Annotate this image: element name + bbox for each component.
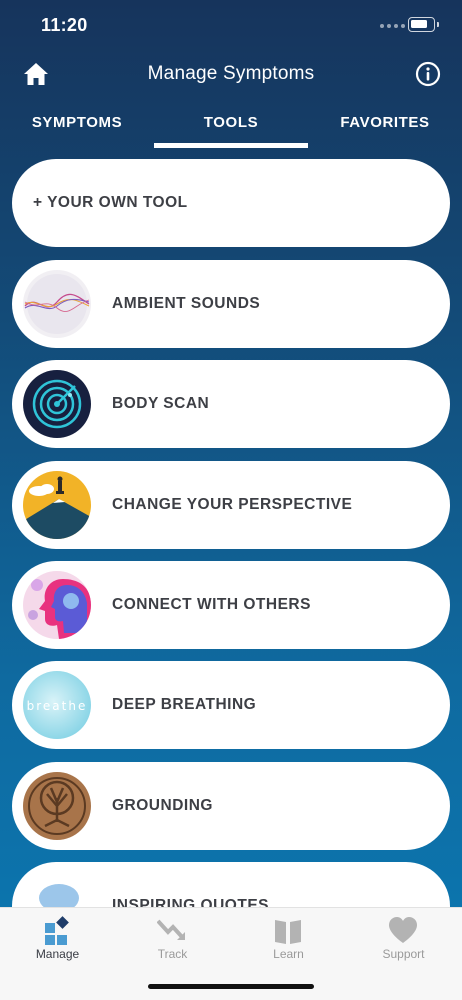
mountain-summit-thumbnail xyxy=(23,471,91,539)
nav-label: Manage xyxy=(35,947,80,961)
face-profile-thumbnail xyxy=(23,571,91,639)
tool-label: BODY SCAN xyxy=(112,395,210,412)
nav-manage[interactable]: Manage xyxy=(0,908,115,968)
breathe-thumbnail: breathe xyxy=(23,671,91,739)
home-icon xyxy=(24,63,48,85)
tab-favorites[interactable]: FAVORITES xyxy=(335,106,435,150)
heart-icon xyxy=(389,917,417,943)
home-button[interactable] xyxy=(22,60,50,88)
signal-icon xyxy=(380,24,405,28)
tool-item-change-your-perspective[interactable]: CHANGE YOUR PERSPECTIVE xyxy=(12,461,450,549)
status-time: 11:20 xyxy=(41,15,88,35)
tool-label: CHANGE YOUR PERSPECTIVE xyxy=(112,496,353,513)
header: Manage Symptoms xyxy=(0,52,462,98)
add-own-tool-button[interactable]: + YOUR OWN TOOL xyxy=(12,159,450,247)
home-indicator xyxy=(148,984,314,989)
info-button[interactable] xyxy=(415,61,441,87)
tree-carving-thumbnail xyxy=(23,772,91,840)
status-bar: 11:20 xyxy=(0,0,462,50)
tab-bar: SYMPTOMS TOOLS FAVORITES xyxy=(0,106,462,150)
tool-label: GROUNDING xyxy=(112,797,213,814)
tool-item-grounding[interactable]: GROUNDING xyxy=(12,762,450,850)
tool-label: INSPIRING QUOTES xyxy=(112,897,269,907)
nav-label: Learn xyxy=(273,947,304,961)
screen-background: 11:20 Manage Symptoms SYMPTOMS TOOLS FAV… xyxy=(0,0,462,907)
tab-symptoms[interactable]: SYMPTOMS xyxy=(24,106,130,150)
nav-support[interactable]: Support xyxy=(346,908,461,968)
nav-label: Support xyxy=(382,947,425,961)
radar-scan-thumbnail xyxy=(23,370,91,438)
breathe-text: breathe xyxy=(27,699,88,713)
page-title: Manage Symptoms xyxy=(147,63,315,84)
nav-track[interactable]: Track xyxy=(115,908,230,968)
tool-item-body-scan[interactable]: BODY SCAN xyxy=(12,360,450,448)
nav-label: Track xyxy=(157,947,188,961)
tool-item-ambient-sounds[interactable]: AMBIENT SOUNDS xyxy=(12,260,450,348)
manage-icon xyxy=(45,916,69,945)
tool-label: AMBIENT SOUNDS xyxy=(112,295,261,312)
tool-item-deep-breathing[interactable]: breathe DEEP BREATHING xyxy=(12,661,450,749)
nav-learn[interactable]: Learn xyxy=(231,908,346,968)
info-icon xyxy=(415,61,441,87)
tool-item-connect-with-others[interactable]: CONNECT WITH OTHERS xyxy=(12,561,450,649)
active-tab-indicator xyxy=(154,143,308,148)
tool-label: DEEP BREATHING xyxy=(112,696,257,713)
trend-down-icon xyxy=(157,919,185,940)
tool-label: + YOUR OWN TOOL xyxy=(33,194,188,211)
speech-bubble-thumbnail xyxy=(23,872,91,907)
book-icon xyxy=(275,920,301,944)
sound-wave-thumbnail xyxy=(23,270,91,338)
tool-label: CONNECT WITH OTHERS xyxy=(112,596,311,613)
tool-item-inspiring-quotes[interactable]: INSPIRING QUOTES xyxy=(12,862,450,907)
battery-icon xyxy=(408,17,439,32)
